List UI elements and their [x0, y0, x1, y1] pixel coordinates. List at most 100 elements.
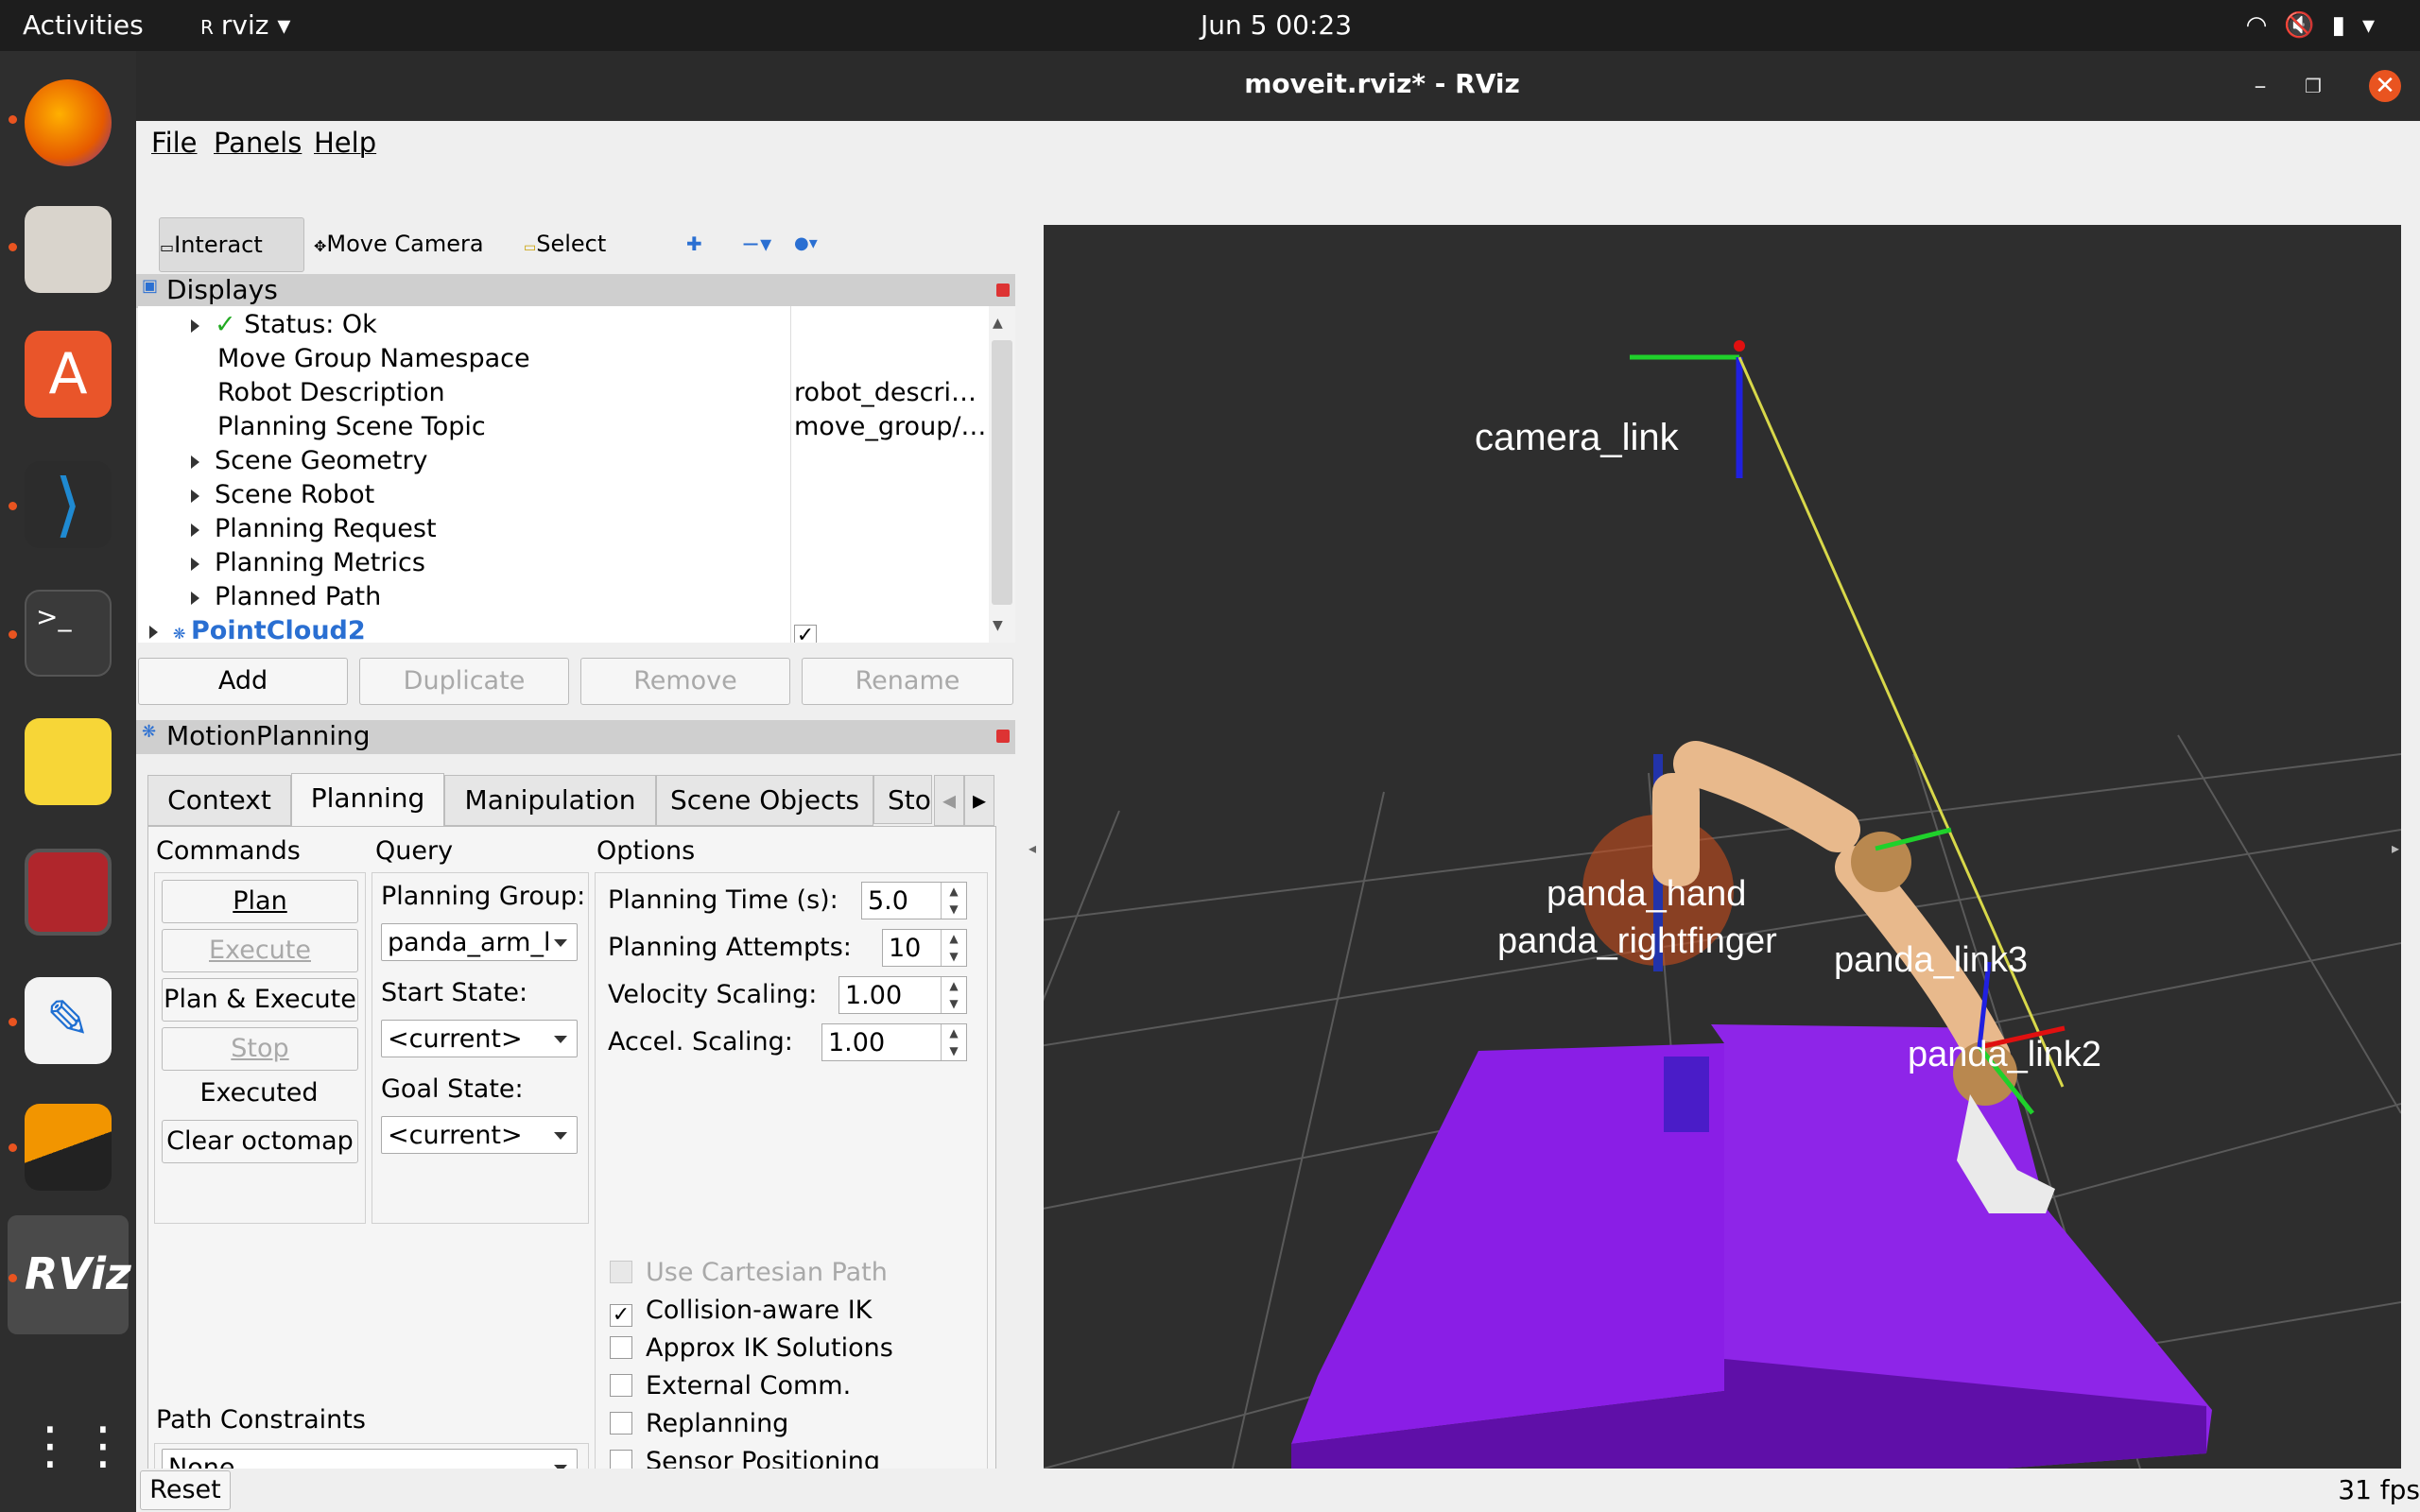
collision-aware-ik-checkbox[interactable]: ✓ Collision-aware IK — [610, 1296, 872, 1327]
tab-stored[interactable]: Sto — [873, 775, 932, 824]
duplicate-display-button[interactable]: Duplicate — [359, 658, 569, 705]
stop-button[interactable]: Stop — [162, 1027, 358, 1071]
tree-row[interactable]: Robot Description — [217, 376, 445, 410]
rviz-icon[interactable]: RViz — [25, 1230, 131, 1317]
notes-icon[interactable] — [25, 718, 112, 805]
spin-arrows-icon[interactable]: ▲ ▼ — [941, 977, 966, 1013]
checkbox[interactable] — [610, 1374, 632, 1397]
approx-ik-checkbox[interactable]: Approx IK Solutions — [610, 1333, 893, 1363]
interact-tool[interactable]: ▭Interact — [159, 217, 304, 272]
vertical-scrollbar[interactable]: ▲ ▼ — [989, 306, 1015, 643]
expand-arrow-icon[interactable] — [191, 490, 199, 503]
clock[interactable]: Jun 5 00:23 — [1201, 9, 1352, 41]
scroll-up-icon[interactable]: ▲ — [993, 316, 1003, 331]
collapse-left-icon[interactable]: ◂ — [1028, 839, 1036, 857]
close-icon[interactable]: ✕ — [2369, 70, 2401, 102]
add-display-button[interactable]: Add — [138, 658, 348, 705]
close-panel-icon[interactable] — [996, 730, 1010, 743]
checkbox[interactable] — [610, 1261, 632, 1283]
spin-arrows-icon[interactable]: ▲ ▼ — [941, 930, 966, 966]
activities-button[interactable]: Activities — [23, 9, 144, 41]
tab-scene-objects[interactable]: Scene Objects — [656, 775, 873, 826]
motionplanning-panel-header[interactable]: ❋ MotionPlanning — [136, 720, 1015, 754]
checkbox[interactable] — [610, 1336, 632, 1359]
files-icon[interactable] — [25, 206, 112, 293]
planning-time-spinbox[interactable]: 5.0 ▲ ▼ — [861, 882, 967, 919]
checkbox[interactable]: ✓ — [794, 625, 817, 643]
plan-button[interactable]: Plan — [162, 880, 358, 923]
expand-arrow-icon[interactable] — [149, 626, 158, 639]
software-center-icon[interactable]: A — [25, 331, 112, 418]
firefox-icon[interactable] — [25, 79, 112, 166]
tab-context[interactable]: Context — [147, 775, 291, 826]
execute-button[interactable]: Execute — [162, 929, 358, 972]
expand-arrow-icon[interactable] — [191, 524, 199, 537]
remove-tool-icon[interactable]: −▾ — [741, 217, 771, 270]
displays-tree[interactable]: ✓ Status: Ok Move Group Namespace Robot … — [138, 306, 1015, 643]
maximize-icon[interactable]: ❐ — [2297, 70, 2329, 102]
tab-planning[interactable]: Planning — [291, 773, 444, 827]
terminator-icon[interactable] — [25, 849, 112, 936]
select-tool[interactable]: ▭Select — [524, 217, 606, 270]
vscode-icon[interactable]: ⟩ — [25, 461, 112, 548]
reset-button[interactable]: Reset — [140, 1470, 231, 1510]
column-divider[interactable] — [790, 306, 791, 643]
system-tray[interactable]: ◠🔇▮▾ — [2246, 11, 2392, 40]
menu-help[interactable]: Help — [314, 127, 376, 159]
tree-row[interactable]: Move Group Namespace — [217, 342, 530, 376]
show-apps-icon[interactable]: ⋮⋮⋮ — [25, 1402, 182, 1489]
tree-row-status[interactable]: ✓ Status: Ok — [191, 308, 377, 342]
tree-row-pointcloud[interactable]: ❋ PointCloud2 — [149, 614, 366, 643]
rename-display-button[interactable]: Rename — [802, 658, 1013, 705]
text-editor-icon[interactable]: ✎ — [25, 977, 112, 1064]
tree-value[interactable]: move_group/… — [794, 410, 986, 444]
planning-group-select[interactable]: panda_arm_l — [381, 923, 578, 961]
add-tool-icon[interactable]: ✚ — [686, 217, 702, 270]
3d-viewport[interactable]: camera_link panda_rightfinger panda_hand… — [1044, 225, 2401, 1469]
expand-arrow-icon[interactable] — [191, 455, 199, 469]
move-camera-tool[interactable]: ✥Move Camera — [314, 217, 484, 270]
close-panel-icon[interactable] — [996, 284, 1010, 297]
plan-execute-button[interactable]: Plan & Execute — [162, 978, 358, 1022]
tab-manipulation[interactable]: Manipulation — [444, 775, 656, 826]
pointcloud-enabled-checkbox[interactable]: ✓ — [794, 614, 830, 643]
app-menu[interactable]: Rrviz ▾ — [200, 9, 290, 41]
scroll-down-icon[interactable]: ▼ — [993, 618, 1003, 633]
checkbox[interactable] — [610, 1412, 632, 1435]
remove-display-button[interactable]: Remove — [580, 658, 790, 705]
clear-octomap-button[interactable]: Clear octomap — [162, 1120, 358, 1163]
external-comm-checkbox[interactable]: External Comm. — [610, 1371, 851, 1400]
expand-arrow-icon[interactable] — [191, 558, 199, 571]
displays-panel-header[interactable]: ▣ Displays — [136, 274, 1015, 308]
tree-row[interactable]: Scene Geometry — [191, 444, 428, 478]
goal-state-select[interactable]: <current> — [381, 1116, 578, 1154]
use-cartesian-path-checkbox[interactable]: Use Cartesian Path — [610, 1258, 888, 1287]
planning-attempts-spinbox[interactable]: 10 ▲ ▼ — [882, 929, 967, 967]
start-state-select[interactable]: <current> — [381, 1020, 578, 1057]
tree-row[interactable]: Planned Path — [191, 580, 381, 614]
tab-scroll-left-icon[interactable]: ◂ — [934, 775, 964, 826]
tool-properties-icon[interactable]: ●▾ — [794, 217, 818, 270]
expand-arrow-icon[interactable] — [191, 319, 199, 333]
tab-scroll-right-icon[interactable]: ▸ — [964, 775, 994, 826]
scrollbar-thumb[interactable] — [992, 340, 1012, 605]
replanning-checkbox[interactable]: Replanning — [610, 1409, 788, 1438]
tree-row[interactable]: Scene Robot — [191, 478, 374, 512]
tree-row[interactable]: Planning Metrics — [191, 546, 425, 580]
terminal-icon[interactable]: >_ — [25, 590, 112, 677]
tree-row[interactable]: Planning Request — [191, 512, 437, 546]
checkbox[interactable]: ✓ — [610, 1304, 632, 1327]
sublime-icon[interactable] — [25, 1104, 112, 1191]
tree-value[interactable]: robot_descri… — [794, 376, 977, 410]
velocity-scaling-spinbox[interactable]: 1.00 ▲ ▼ — [838, 976, 967, 1014]
menu-panels[interactable]: Panels — [214, 127, 302, 159]
tree-row[interactable]: Planning Scene Topic — [217, 410, 486, 444]
menu-file[interactable]: File — [151, 127, 198, 159]
title-bar[interactable]: moveit.rviz* - RViz – ❐ ✕ — [136, 51, 2420, 121]
minimize-icon[interactable]: – — [2244, 70, 2276, 102]
expand-arrow-icon[interactable] — [191, 592, 199, 605]
spin-arrows-icon[interactable]: ▲ ▼ — [941, 1024, 966, 1060]
accel-scaling-spinbox[interactable]: 1.00 ▲ ▼ — [821, 1023, 967, 1061]
collapse-right-icon[interactable]: ▸ — [2392, 839, 2399, 857]
spin-arrows-icon[interactable]: ▲ ▼ — [941, 883, 966, 919]
